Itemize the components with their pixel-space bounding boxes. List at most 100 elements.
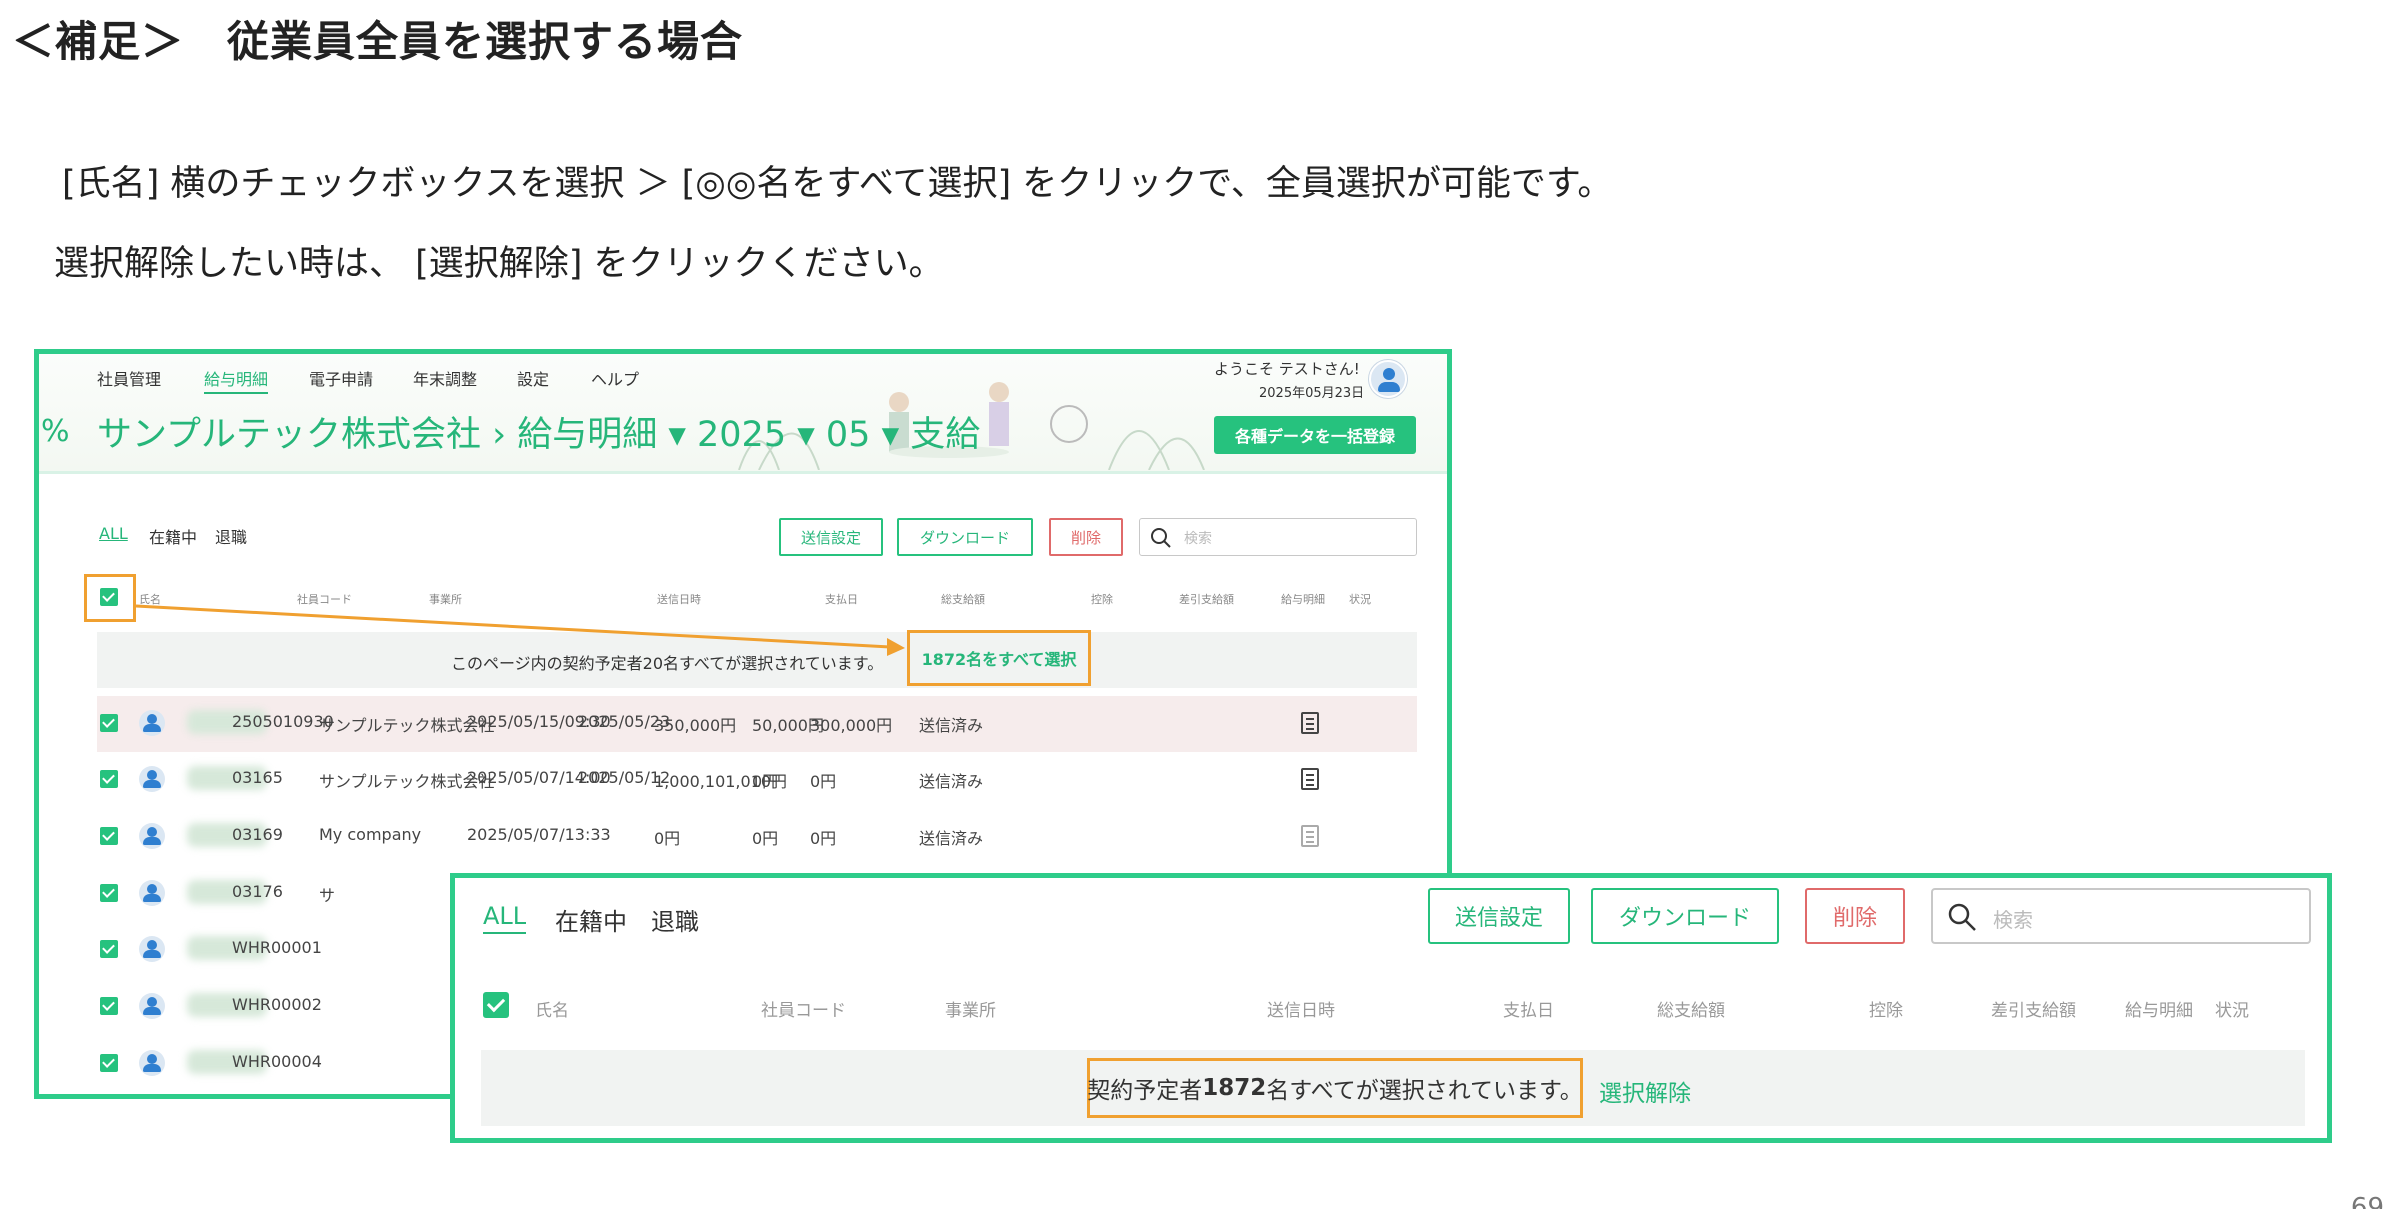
nav-settings[interactable]: 設定 xyxy=(517,366,549,390)
col-pay-date: 支払日 xyxy=(1503,1001,1554,1021)
row-employee-code: 03176 xyxy=(232,882,283,901)
banner-count: 1872 xyxy=(1202,1075,1267,1101)
row-net: 0円 xyxy=(810,772,837,791)
nav-help[interactable]: ヘルプ xyxy=(591,366,639,390)
row-sent-datetime: 2025/05/07/13:33 xyxy=(467,825,611,844)
col-payslip: 給与明細 xyxy=(2125,1001,2193,1021)
user-icon xyxy=(139,823,165,849)
select-all-checkbox[interactable] xyxy=(100,588,118,606)
user-icon xyxy=(139,1050,165,1076)
col-name: 氏名 xyxy=(139,593,161,606)
col-net: 差引支給額 xyxy=(1991,1001,2076,1021)
select-all-link[interactable]: 1872名をすべて選択 xyxy=(907,630,1091,686)
row-employee-code: 03169 xyxy=(232,825,283,844)
banner-suffix: 名すべてが選択されています。 xyxy=(1266,1078,1583,1104)
banner-prefix: 契約予定者 xyxy=(1087,1078,1203,1104)
row-checkbox[interactable] xyxy=(100,714,118,732)
col-employee-code: 社員コード xyxy=(297,593,352,606)
tab-all[interactable]: ALL xyxy=(99,524,128,543)
welcome-text: ようこそ テストさん! xyxy=(1214,360,1360,378)
col-status: 状況 xyxy=(1349,593,1371,606)
row-checkbox[interactable] xyxy=(100,770,118,788)
col-sent-datetime: 送信日時 xyxy=(657,593,701,606)
user-icon xyxy=(139,936,165,962)
breadcrumb[interactable]: サンプルテック株式会社 › 給与明細 ▾ 2025 ▾ 05 ▾ 支給 xyxy=(97,406,980,457)
selection-banner-text: このページ内の契約予定者20名すべてが選択されています。 xyxy=(451,654,884,673)
delete-button[interactable]: 削除 xyxy=(1049,518,1123,556)
all-selected-message: 契約予定者 1872 名すべてが選択されています。 xyxy=(1087,1058,1583,1118)
search-input[interactable]: 検索 xyxy=(1931,888,2311,944)
table-row[interactable]: 03165 サンプルテック株式会社 2025/05/07/14:00 2025/05/… xyxy=(97,752,1417,808)
search-placeholder: 検索 xyxy=(1993,908,2033,932)
row-checkbox[interactable] xyxy=(100,827,118,845)
col-gross: 総支給額 xyxy=(1657,1001,1725,1021)
search-icon xyxy=(1948,903,1976,931)
row-status: 送信済み xyxy=(919,772,984,791)
nav-e-application[interactable]: 電子申請 xyxy=(309,366,373,390)
payslip-doc-icon[interactable] xyxy=(1301,712,1319,734)
send-settings-button[interactable]: 送信設定 xyxy=(779,518,883,556)
row-employee-code: WHR00004 xyxy=(232,1052,322,1071)
row-deduction: 0円 xyxy=(752,772,779,791)
delete-button[interactable]: 削除 xyxy=(1805,888,1905,944)
payslip-doc-icon[interactable] xyxy=(1301,825,1319,847)
col-deduction: 控除 xyxy=(1869,1001,1903,1021)
row-deduction: 0円 xyxy=(752,829,779,848)
row-employee-code: WHR00002 xyxy=(232,995,322,1014)
row-employee-code: 03165 xyxy=(232,768,283,787)
download-button[interactable]: ダウンロード xyxy=(897,518,1033,556)
col-employee-code: 社員コード xyxy=(761,1001,846,1021)
table-row[interactable]: 2505010930 サンプルテック株式会社 2025/05/15/09:30 202… xyxy=(97,696,1417,752)
slide-title: ＜補足＞ 従業員全員を選択する場合 xyxy=(12,17,744,66)
nav-year-end[interactable]: 年末調整 xyxy=(413,366,477,390)
tab-active[interactable]: 在籍中 xyxy=(555,902,627,937)
page-number: 69 xyxy=(2350,1193,2384,1209)
download-button[interactable]: ダウンロード xyxy=(1591,888,1779,944)
tab-retired[interactable]: 退職 xyxy=(215,524,247,548)
nav-employee-management[interactable]: 社員管理 xyxy=(97,366,161,390)
col-status: 状況 xyxy=(2215,1001,2249,1021)
row-office: My company xyxy=(319,825,422,844)
row-net: 0円 xyxy=(810,829,837,848)
row-checkbox[interactable] xyxy=(100,940,118,958)
col-gross: 総支給額 xyxy=(941,593,985,606)
tab-retired[interactable]: 退職 xyxy=(651,902,699,937)
tab-active[interactable]: 在籍中 xyxy=(149,524,197,548)
row-checkbox[interactable] xyxy=(100,1054,118,1072)
search-icon xyxy=(1151,528,1171,548)
tab-all[interactable]: ALL xyxy=(483,902,527,934)
row-gross: 350,000円 xyxy=(654,716,737,735)
select-all-checkbox[interactable] xyxy=(483,992,509,1018)
col-payslip: 給与明細 xyxy=(1281,593,1325,606)
col-net: 差引支給額 xyxy=(1179,593,1234,606)
user-icon xyxy=(139,710,165,736)
row-status: 送信済み xyxy=(919,716,984,735)
search-input[interactable]: 検索 xyxy=(1139,518,1417,556)
instruction-line-2: 選択解除したい時は、 [選択解除] をクリックください。 xyxy=(54,244,944,284)
avatar[interactable] xyxy=(1369,360,1407,398)
col-office: 事業所 xyxy=(945,1001,996,1021)
table-row[interactable]: 03169 My company 2025/05/07/13:33 0円 0円 0円 送信済… xyxy=(97,809,1417,865)
col-name: 氏名 xyxy=(535,1001,569,1021)
col-office: 事業所 xyxy=(429,593,462,606)
nav-payslip[interactable]: 給与明細 xyxy=(204,366,269,394)
col-pay-date: 支払日 xyxy=(825,593,858,606)
row-office: サ xyxy=(319,886,336,905)
payslip-doc-icon[interactable] xyxy=(1301,768,1319,790)
deselect-link[interactable]: 選択解除 xyxy=(1599,1074,1691,1108)
logo-icon: % xyxy=(41,414,70,449)
user-icon xyxy=(139,993,165,1019)
user-icon xyxy=(139,880,165,906)
row-checkbox[interactable] xyxy=(100,997,118,1015)
instruction-line-1: [氏名] 横のチェックボックスを選択 ＞ [◎◎名をすべて選択] をクリックで、… xyxy=(62,164,1613,204)
row-checkbox[interactable] xyxy=(100,884,118,902)
col-sent-datetime: 送信日時 xyxy=(1267,1001,1335,1021)
current-date: 2025年05月23日 xyxy=(1259,386,1365,401)
row-net: 300,000円 xyxy=(810,716,893,735)
send-settings-button[interactable]: 送信設定 xyxy=(1428,888,1570,944)
user-icon xyxy=(139,766,165,792)
col-deduction: 控除 xyxy=(1091,593,1113,606)
row-employee-code: WHR00001 xyxy=(232,938,322,957)
row-status: 送信済み xyxy=(919,829,984,848)
bulk-register-button[interactable]: 各種データを一括登録 xyxy=(1214,416,1416,454)
